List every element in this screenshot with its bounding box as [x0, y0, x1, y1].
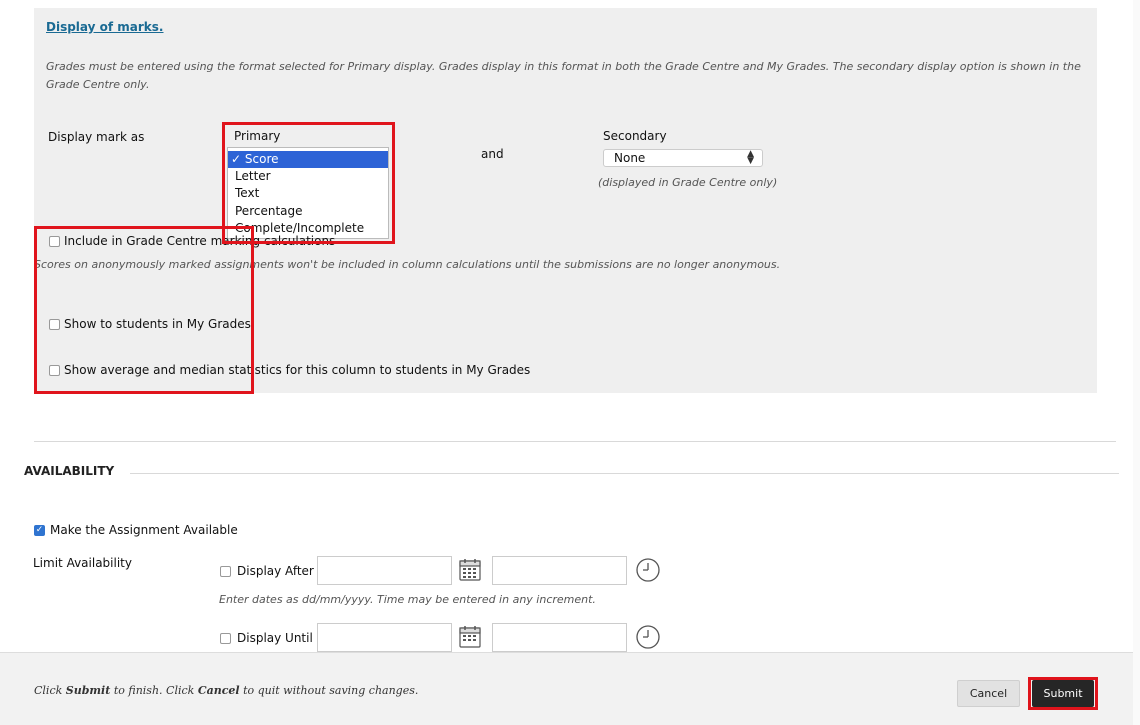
select-arrows-icon: ▲ ▼: [747, 149, 754, 166]
footer-instructions: Click Submit to finish. Click Cancel to …: [34, 684, 418, 697]
secondary-select-value: None: [614, 151, 646, 165]
calendar-icon[interactable]: [458, 625, 482, 649]
availability-heading-rule: [130, 473, 1119, 474]
secondary-note: (displayed in Grade Centre only): [598, 176, 778, 189]
display-until-checkbox[interactable]: [220, 633, 231, 644]
availability-heading: AVAILABILITY: [24, 464, 115, 478]
and-label: and: [481, 147, 504, 161]
display-of-marks-link[interactable]: Display of marks.: [46, 20, 164, 34]
limit-availability-label: Limit Availability: [33, 556, 132, 570]
clock-icon[interactable]: [635, 557, 661, 583]
calendar-icon[interactable]: [458, 558, 482, 582]
secondary-select[interactable]: None ▲ ▼: [603, 149, 763, 167]
display-mark-as-label: Display mark as: [48, 130, 145, 144]
footer-text-cancel: Cancel: [197, 684, 240, 697]
footer-text-submit: Submit: [65, 684, 111, 697]
display-of-marks-description: Grades must be entered using the format …: [46, 60, 1081, 91]
footer-text-part: to quit without saving changes.: [239, 684, 419, 697]
display-after-time-input[interactable]: [492, 556, 627, 585]
section-divider: [34, 441, 1116, 442]
highlight-submit-button: [1028, 677, 1098, 710]
secondary-label: Secondary: [603, 129, 667, 143]
clock-icon[interactable]: [635, 624, 661, 650]
footer-text-part: Click: [34, 684, 66, 697]
highlight-checkboxes: [34, 226, 254, 394]
display-until-time-input[interactable]: [492, 623, 627, 652]
make-available-label: Make the Assignment Available: [50, 523, 238, 537]
page-edge: [1133, 0, 1140, 725]
display-until-date-input[interactable]: [317, 623, 452, 652]
display-after-date-input[interactable]: [317, 556, 452, 585]
cancel-button[interactable]: Cancel: [957, 680, 1020, 707]
make-available-checkbox[interactable]: ✓: [34, 525, 45, 536]
display-after-checkbox[interactable]: [220, 566, 231, 577]
display-until-label: Display Until: [237, 631, 313, 645]
display-after-label: Display After: [237, 564, 314, 578]
footer-text-part: to finish. Click: [110, 684, 198, 697]
date-format-note: Enter dates as dd/mm/yyyy. Time may be e…: [219, 593, 596, 606]
